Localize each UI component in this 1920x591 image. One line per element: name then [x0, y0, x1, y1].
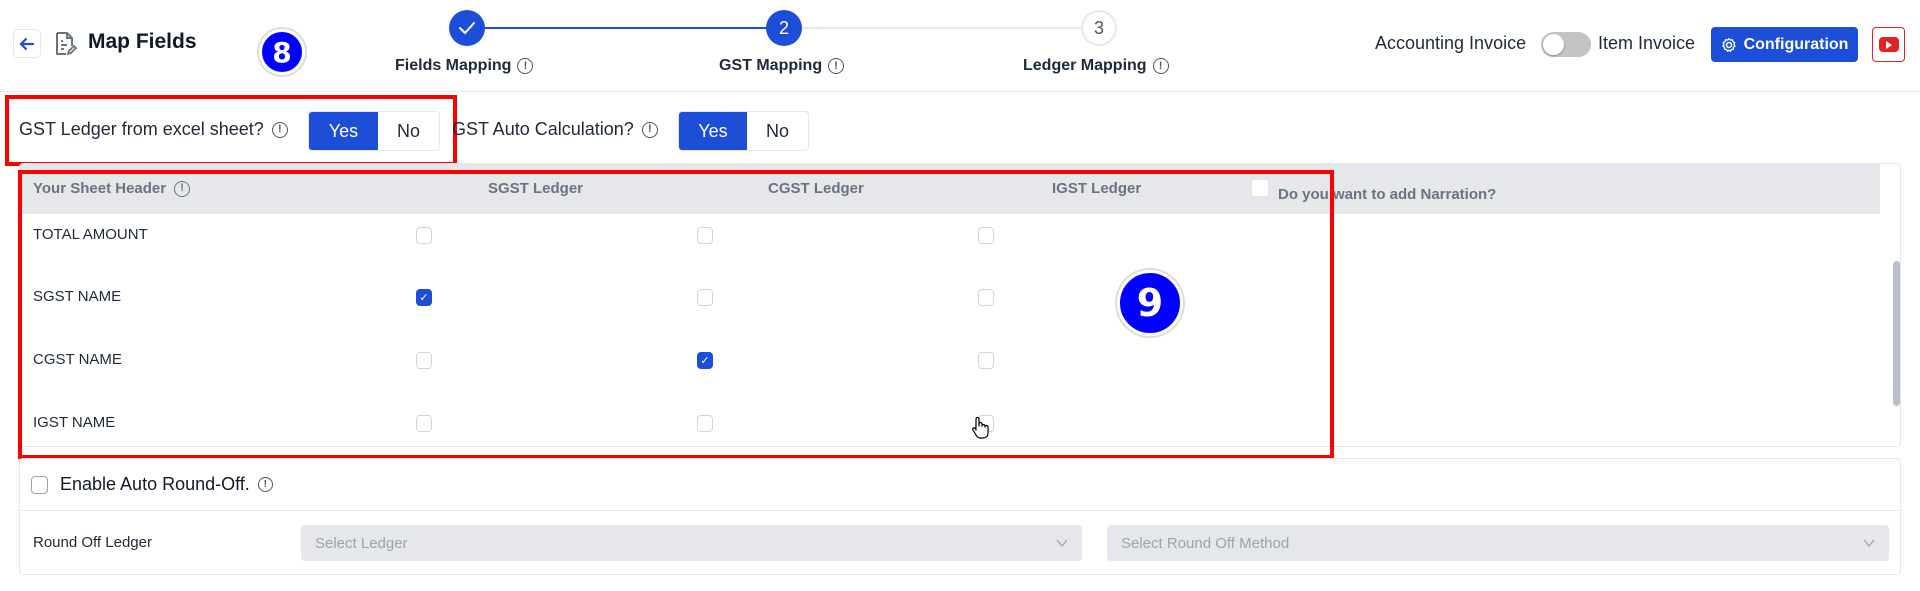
info-icon[interactable]: ! [641, 121, 658, 138]
step-2-label: GST Mapping! [719, 57, 845, 75]
chevron-down-icon [1863, 539, 1875, 547]
info-icon[interactable]: ! [257, 477, 273, 492]
hand-cursor-icon [971, 416, 989, 445]
page-title: Map Fields [88, 30, 197, 53]
gst-auto-calc-label: GST Auto Calculation? ! [452, 119, 658, 140]
enable-round-off-label: Enable Auto Round-Off. ! [60, 474, 273, 495]
gst-auto-calc-toggle: Yes No [678, 111, 809, 151]
chevron-down-icon [1056, 539, 1068, 547]
gst-auto-calc-yes-button[interactable]: Yes [679, 112, 747, 150]
document-edit-icon [53, 31, 78, 57]
gst-ledger-excel-label: GST Ledger from excel sheet? ! [19, 119, 288, 140]
step-3-label: Ledger Mapping! [1023, 57, 1169, 75]
info-icon[interactable]: ! [1152, 58, 1169, 74]
arrow-left-icon [19, 37, 35, 50]
scrollbar-thumb[interactable] [1893, 261, 1900, 406]
check-icon [459, 22, 475, 35]
youtube-icon [1878, 37, 1899, 52]
info-icon[interactable]: ! [271, 121, 288, 138]
stepper-line-complete [485, 27, 767, 29]
info-icon[interactable]: ! [828, 58, 845, 74]
annotation-badge: 8 [259, 29, 305, 75]
enable-round-off-checkbox[interactable] [31, 476, 48, 494]
round-off-method-select[interactable]: Select Round Off Method [1107, 525, 1889, 561]
round-off-ledger-label: Round Off Ledger [33, 534, 152, 551]
stepper-line-pending [802, 27, 1082, 29]
invoice-type-toggle[interactable] [1541, 32, 1591, 57]
info-icon[interactable]: ! [517, 58, 534, 74]
step-2-circle[interactable]: 2 [766, 10, 802, 46]
gst-ledger-excel-no-button[interactable]: No [377, 112, 439, 150]
gst-ledger-excel-yes-button[interactable]: Yes [309, 112, 378, 150]
gst-auto-calc-no-button[interactable]: No [746, 112, 808, 150]
step-1-label: Fields Mapping! [395, 57, 534, 75]
step-1-circle[interactable] [449, 10, 485, 46]
gst-ledger-excel-toggle: Yes No [308, 111, 440, 151]
step-3-circle[interactable]: 3 [1081, 10, 1117, 46]
item-invoice-label: Item Invoice [1598, 33, 1696, 53]
youtube-tutorial-button[interactable] [1872, 27, 1905, 62]
accounting-invoice-label: Accounting Invoice [1375, 33, 1527, 53]
back-button[interactable] [13, 29, 41, 58]
round-off-ledger-select[interactable]: Select Ledger [301, 525, 1082, 561]
configuration-button[interactable]: Configuration [1711, 27, 1858, 62]
annotation-badge: 9 [1117, 270, 1183, 336]
divider [20, 510, 1900, 511]
gear-icon [1721, 37, 1736, 52]
round-off-panel: Enable Auto Round-Off. ! Round Off Ledge… [19, 458, 1901, 575]
toggle-knob [1543, 34, 1564, 55]
